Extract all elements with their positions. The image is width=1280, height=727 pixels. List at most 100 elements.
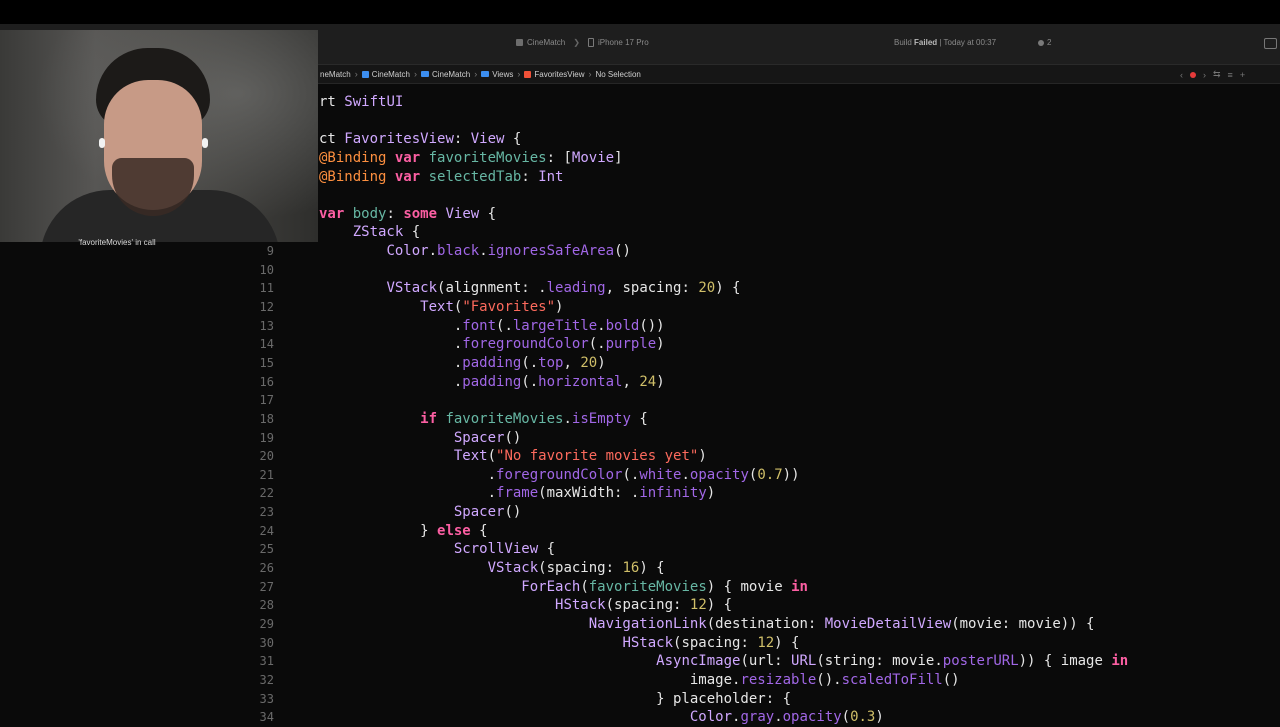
breadcrumb: neMatch › CineMatch › CineMatch › Views …	[320, 69, 641, 79]
breadcrumb-views-folder[interactable]: Views	[481, 70, 513, 79]
code-text: Spacer()	[453, 429, 522, 446]
breadcrumb-label: CineMatch	[371, 69, 410, 79]
issue-icon	[1038, 39, 1044, 46]
code-text: if favoriteMovies.isEmpty {	[420, 410, 648, 427]
chevron-right-icon: ›	[588, 69, 592, 79]
add-editor-icon[interactable]: +	[1240, 70, 1245, 80]
line-number: 16	[259, 374, 274, 389]
code-text: .foregroundColor(.white.opacity(0.7))	[319, 466, 800, 483]
chevron-right-icon[interactable]: ›	[1203, 70, 1206, 80]
line-number: 21	[259, 467, 274, 482]
issues-indicator[interactable]: 2	[1038, 38, 1051, 47]
breadcrumb-label: Views	[492, 69, 514, 79]
build-status-time: | Today at 00:37	[939, 38, 997, 47]
code-line[interactable]: 17	[0, 391, 1280, 410]
code-text: NavigationLink(destination: MovieDetailV…	[588, 615, 1095, 632]
line-number: 10	[259, 262, 274, 277]
code-line[interactable]: 16 .padding(.horizontal, 24)	[0, 373, 1280, 392]
system-top-bar	[0, 0, 1280, 24]
line-number: 30	[259, 635, 274, 650]
breadcrumb-label: neMatch	[320, 69, 351, 79]
breadcrumb-file[interactable]: FavoritesView	[524, 70, 584, 79]
build-status: Build Failed | Today at 00:37	[894, 38, 996, 47]
code-text: .padding(.horizontal, 24)	[319, 373, 665, 390]
code-line[interactable]: 11 VStack(alignment: .leading, spacing: …	[0, 279, 1280, 298]
code-line[interactable]: 18 if favoriteMovies.isEmpty {	[0, 410, 1280, 429]
run-destination[interactable]: iPhone 17 Pro	[598, 38, 649, 47]
breadcrumb-project[interactable]: neMatch	[320, 70, 351, 79]
code-text: Color.black.ignoresSafeArea()	[386, 243, 631, 260]
code-line[interactable]: 30 HStack(spacing: 12) {	[0, 634, 1280, 653]
iphone-icon	[587, 38, 594, 47]
code-line[interactable]: 15 .padding(.top, 20)	[0, 354, 1280, 373]
code-text: image.resizable().scaledToFill()	[319, 671, 960, 688]
code-line[interactable]: 13 .font(.largeTitle.bold())	[0, 317, 1280, 336]
line-number: 22	[259, 486, 274, 501]
code-line[interactable]: 19 Spacer()	[0, 429, 1280, 448]
folder-icon	[420, 71, 429, 77]
line-number: 11	[259, 281, 274, 296]
line-number: 34	[259, 710, 274, 725]
code-text: rt SwiftUI	[319, 94, 404, 110]
build-status-state: Failed	[914, 38, 938, 47]
code-line[interactable]: 22 .frame(maxWidth: .infinity)	[0, 484, 1280, 503]
line-number: 24	[259, 523, 274, 538]
line-number: 25	[259, 542, 274, 557]
issue-count: 2	[1047, 38, 1052, 47]
line-number: 28	[259, 598, 274, 613]
code-line[interactable]: 10	[0, 261, 1280, 280]
scheme-selector[interactable]: CineMatch ❯ iPhone 17 Pro	[516, 38, 649, 47]
webcam-overlay	[0, 30, 318, 242]
related-items-icon[interactable]: ⇆	[1213, 69, 1221, 80]
earbud-icon	[202, 138, 208, 148]
code-line[interactable]: 20 Text("No favorite movies yet")	[0, 447, 1280, 466]
code-line[interactable]: 34 Color.gray.opacity(0.3)	[0, 708, 1280, 727]
code-line[interactable]: 21 .foregroundColor(.white.opacity(0.7))	[0, 466, 1280, 485]
line-number: 32	[259, 672, 274, 687]
editor-options-icon[interactable]: ≡	[1228, 70, 1233, 80]
code-text: @Binding var favoriteMovies: [Movie]	[319, 149, 623, 166]
line-number: 19	[259, 430, 274, 445]
line-number: 14	[259, 337, 274, 352]
chevron-left-icon[interactable]: ‹	[1180, 70, 1183, 80]
code-line[interactable]: 26 VStack(spacing: 16) {	[0, 559, 1280, 578]
error-indicator-icon[interactable]	[1190, 71, 1196, 78]
code-line[interactable]: 25 ScrollView {	[0, 540, 1280, 559]
code-line[interactable]: 23 Spacer()	[0, 503, 1280, 522]
code-line[interactable]: 28 HStack(spacing: 12) {	[0, 596, 1280, 615]
code-line[interactable]: 31 AsyncImage(url: URL(string: movie.pos…	[0, 652, 1280, 671]
webcam-caption: 'favoriteMovies' in call	[78, 238, 156, 247]
code-text: ZStack {	[352, 224, 421, 241]
inspector-toggle-icon[interactable]	[1264, 38, 1277, 49]
code-line[interactable]: 29 NavigationLink(destination: MovieDeta…	[0, 615, 1280, 634]
scheme-name: CineMatch	[527, 38, 566, 47]
line-number: 18	[259, 411, 274, 426]
code-line[interactable]: 14 .foregroundColor(.purple)	[0, 335, 1280, 354]
line-number: 26	[259, 561, 274, 576]
code-line[interactable]: 32 image.resizable().scaledToFill()	[0, 671, 1280, 690]
app-scheme-icon	[516, 39, 523, 46]
code-text: ForEach(favoriteMovies) { movie in	[521, 578, 808, 595]
build-status-prefix: Build	[894, 38, 912, 47]
code-line[interactable]: 12 Text("Favorites")	[0, 298, 1280, 317]
breadcrumb-folder[interactable]: CineMatch	[420, 70, 470, 79]
breadcrumb-symbol[interactable]: No Selection	[595, 70, 640, 79]
breadcrumb-label: No Selection	[595, 69, 641, 79]
code-line[interactable]: 33 } placeholder: {	[0, 690, 1280, 709]
code-text: Text("Favorites")	[420, 299, 564, 316]
code-text: VStack(alignment: .leading, spacing: 20)…	[386, 280, 741, 297]
breadcrumb-target[interactable]: CineMatch	[361, 69, 410, 79]
code-line[interactable]: 24 } else {	[0, 522, 1280, 541]
jump-bar-controls: ‹ › ⇆ ≡ +	[1180, 69, 1245, 80]
code-text: .padding(.top, 20)	[319, 354, 606, 371]
code-text: var body: some View {	[319, 205, 497, 222]
line-number: 17	[259, 393, 274, 408]
code-line[interactable]: 27 ForEach(favoriteMovies) { movie in	[0, 578, 1280, 597]
chevron-right-icon: ›	[474, 69, 478, 79]
code-text: .foregroundColor(.purple)	[319, 336, 665, 353]
swift-file-icon	[524, 70, 532, 78]
code-text: Color.gray.opacity(0.3)	[689, 709, 884, 726]
code-text: @Binding var selectedTab: Int	[319, 168, 564, 185]
line-number: 15	[259, 355, 274, 370]
line-number: 33	[259, 691, 274, 706]
